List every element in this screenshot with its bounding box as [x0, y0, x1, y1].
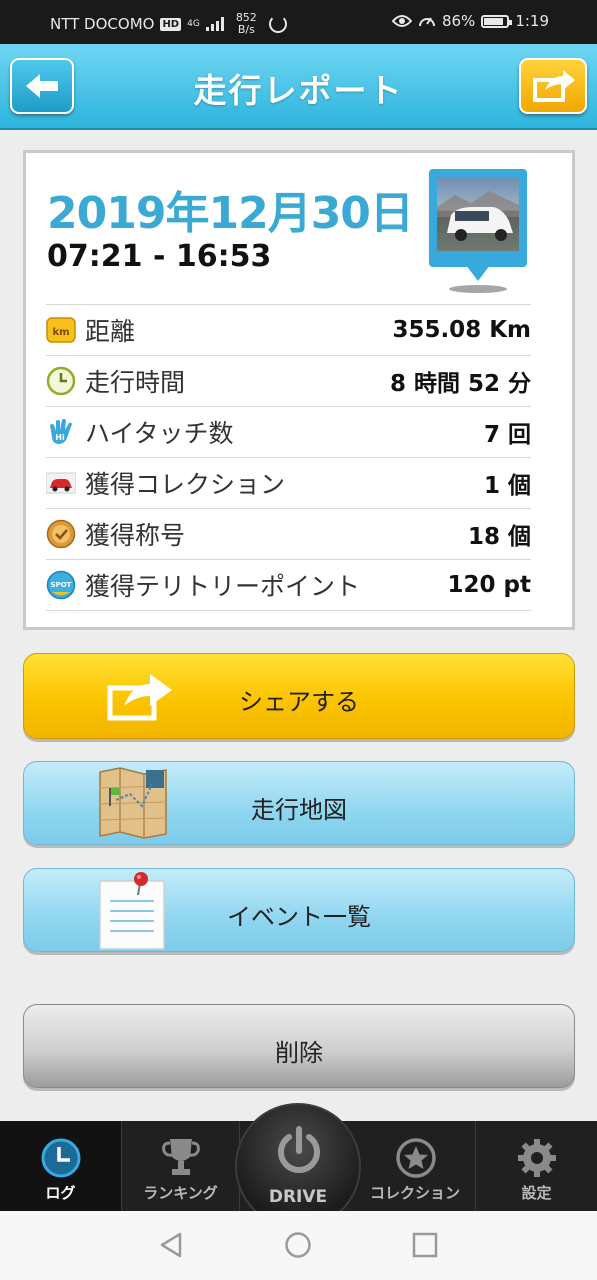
stat-row-titles: 獲得称号 18 個 — [46, 508, 531, 559]
clock-icon — [41, 1138, 81, 1178]
nav-tab-label: 設定 — [521, 1184, 552, 1202]
battery-icon — [481, 14, 513, 28]
pin-tip — [466, 265, 490, 281]
speedometer-icon — [418, 17, 435, 27]
status-bar: NTT DOCOMO HD 4G 852 B/s 86% 1:19 — [0, 0, 597, 44]
hd-badge: HD — [160, 17, 182, 31]
gear-icon — [518, 1139, 556, 1177]
event-list-button-label: イベント一覧 — [227, 903, 371, 931]
km-icon: km — [46, 317, 76, 343]
share-button[interactable]: シェアする — [23, 653, 575, 739]
hi-badge-text: Hi — [55, 433, 65, 442]
nav-tab-label: ランキング — [143, 1184, 218, 1202]
spot-badge-text: SPOT — [51, 581, 72, 589]
car-icon — [46, 472, 76, 494]
report-date: 2019年12月30日 — [47, 188, 414, 239]
delete-button-label: 削除 — [275, 1039, 323, 1067]
battery-fill — [484, 17, 504, 25]
nav-tab-ranking[interactable]: ランキング — [122, 1121, 240, 1211]
stat-row-territory: SPOT 獲得テリトリーポイント 120 pt — [46, 559, 531, 611]
km-badge-text: km — [52, 327, 69, 338]
nav-tab-log[interactable]: ログ — [0, 1121, 122, 1211]
share-button-label: シェアする — [239, 688, 359, 716]
battery-percent: 86% — [441, 12, 476, 30]
car-photo-illustration — [437, 191, 519, 241]
page-title: 走行レポート — [193, 71, 404, 110]
system-nav-bar — [0, 1211, 597, 1280]
drive-map-button[interactable]: 走行地図 — [23, 761, 575, 845]
spot-icon: SPOT — [46, 570, 76, 600]
stat-value: 355.08 Km — [392, 317, 531, 343]
high-five-icon: Hi — [50, 419, 72, 444]
event-list-button[interactable]: イベント一覧 — [23, 868, 575, 952]
stat-value: 1 個 — [483, 473, 531, 499]
stat-value: 8 時間 52 分 — [389, 371, 531, 397]
star-icon — [396, 1138, 436, 1178]
stat-label: 距離 — [85, 317, 136, 346]
stat-label: 走行時間 — [85, 368, 186, 397]
carrier-label: NTT DOCOMO — [50, 15, 155, 33]
eye-icon — [391, 15, 412, 27]
stats-list: km 距離 355.08 Km 走行時間 8 時間 52 分 Hi ハイタッチ数… — [46, 304, 531, 611]
stat-value: 18 個 — [467, 524, 531, 550]
network-speed: 852 B/s — [236, 12, 257, 36]
clock-time: 1:19 — [515, 12, 549, 30]
stat-row-high-touch: Hi ハイタッチ数 7 回 — [46, 406, 531, 457]
back-triangle-icon[interactable] — [158, 1231, 184, 1259]
delete-button[interactable]: 削除 — [23, 1004, 575, 1088]
pin-shadow — [449, 285, 507, 293]
network-speed-unit: B/s — [237, 23, 255, 36]
recents-square-icon[interactable] — [412, 1232, 438, 1258]
nav-tab-label: ログ — [45, 1184, 76, 1202]
stat-value: 120 pt — [447, 572, 531, 598]
photo-frame — [429, 169, 527, 267]
network-type: 4G — [187, 18, 200, 29]
drive-label: DRIVE — [268, 1187, 328, 1207]
stat-row-drive-time: 走行時間 8 時間 52 分 — [46, 355, 531, 406]
stat-row-collection: 獲得コレクション 1 個 — [46, 457, 531, 508]
report-card: 2019年12月30日 07:21 - 16:53 km 距離 355.08 K… — [23, 150, 575, 630]
trophy-icon — [162, 1139, 200, 1175]
status-left: NTT DOCOMO HD 4G 852 B/s — [50, 12, 287, 36]
report-time-range: 07:21 - 16:53 — [47, 239, 272, 274]
share-arrow-icon — [533, 70, 575, 102]
sync-icon — [268, 15, 287, 33]
app-header: 走行レポート — [0, 44, 597, 130]
nav-tab-collection[interactable]: コレクション — [355, 1121, 476, 1211]
nav-tab-label: コレクション — [369, 1184, 460, 1202]
stat-label: 獲得コレクション — [85, 470, 286, 499]
home-circle-icon[interactable] — [284, 1231, 312, 1259]
stat-label: 獲得称号 — [85, 521, 186, 550]
signal-icon — [205, 17, 224, 31]
car-photo — [437, 177, 519, 251]
stat-label: 獲得テリトリーポイント — [85, 572, 361, 601]
stat-value: 7 回 — [483, 422, 531, 448]
medal-icon — [46, 519, 76, 549]
car-photo-pin[interactable] — [429, 169, 527, 294]
stat-row-distance: km 距離 355.08 Km — [46, 304, 531, 355]
stat-label: ハイタッチ数 — [85, 419, 234, 448]
clock-icon — [46, 366, 76, 396]
header-share-button[interactable] — [519, 58, 587, 114]
nav-tab-settings[interactable]: 設定 — [476, 1121, 597, 1211]
drive-map-button-label: 走行地図 — [251, 796, 347, 824]
power-icon — [278, 1126, 320, 1173]
status-right: 86% 1:19 — [391, 12, 549, 30]
